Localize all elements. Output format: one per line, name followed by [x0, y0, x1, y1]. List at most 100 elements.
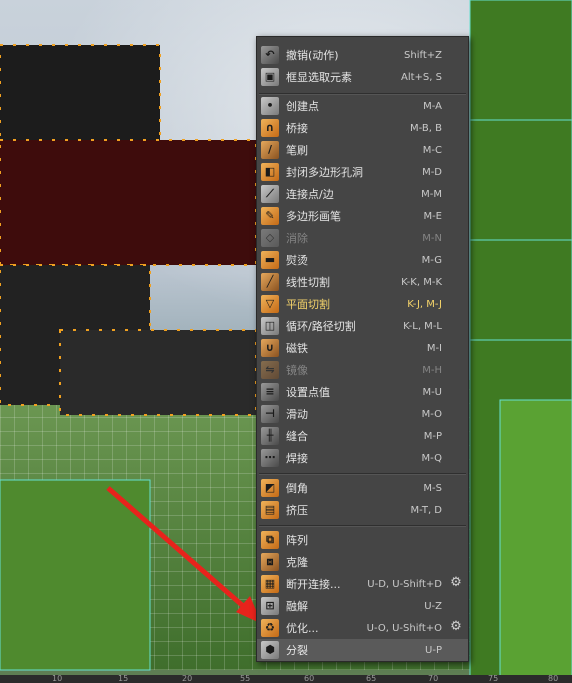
line-cut-icon: ╱	[261, 273, 279, 291]
menu-item-label: 倒角	[286, 482, 308, 495]
menu-item-bridge[interactable]: ∩ 桥接 M-B, B	[257, 117, 468, 139]
menu-item-set-point-value[interactable]: ≡ 设置点值 M-U	[257, 381, 468, 403]
menu-item-shortcut: U-D, U-Shift+D	[367, 578, 442, 590]
menu-item-label: 焊接	[286, 452, 308, 465]
close-polygon-hole-icon: ◧	[261, 163, 279, 181]
menu-separator	[259, 473, 466, 475]
menu-item-close-polygon-hole[interactable]: ◧ 封闭多边形孔洞 M-D	[257, 161, 468, 183]
menu-item-shortcut: M-P	[423, 430, 442, 442]
menu-item-shortcut: Shift+Z	[404, 49, 442, 61]
menu-item-shortcut: M-N	[422, 232, 442, 244]
ruler-tick: 15	[118, 674, 129, 683]
clone-icon: ⧈	[261, 553, 279, 571]
gear-icon[interactable]: ⚙	[449, 620, 463, 634]
ruler-tick: 65	[366, 674, 377, 683]
menu-item-label: 撤销(动作)	[286, 49, 339, 62]
menu-item-slide[interactable]: ⊣ 滑动 M-O	[257, 403, 468, 425]
menu-item-shortcut: U-P	[425, 644, 442, 656]
menu-item-label: 阵列	[286, 534, 308, 547]
menu-item-label: 磁铁	[286, 342, 308, 355]
weld-icon: ⋯	[261, 449, 279, 467]
ruler-tick: 75	[488, 674, 499, 683]
menu-item-shortcut: M-I	[426, 342, 442, 354]
menu-item-shortcut: M-T, D	[410, 504, 442, 516]
menu-item-label: 分裂	[286, 644, 308, 657]
menu-item-polygon-pen[interactable]: ✎ 多边形画笔 M-E	[257, 205, 468, 227]
loop-path-cut-icon: ◫	[261, 317, 279, 335]
context-menu: ↶ 撤销(动作) Shift+Z ▣ 框显选取元素 Alt+S, S • 创建点…	[256, 36, 469, 662]
menu-item-shortcut: M-H	[422, 364, 442, 376]
timeline-ruler: 10 15 20 55 60 65 70 75 80	[0, 674, 572, 683]
menu-item-label: 多边形画笔	[286, 210, 341, 223]
extrude-icon: ▤	[261, 501, 279, 519]
menu-item-label: 循环/路径切割	[286, 320, 356, 333]
menu-item-label: 消除	[286, 232, 308, 245]
ruler-tick: 55	[240, 674, 251, 683]
polygon-pen-icon: ✎	[261, 207, 279, 225]
menu-item-weld[interactable]: ⋯ 焊接 M-Q	[257, 447, 468, 469]
create-point-icon: •	[261, 97, 279, 115]
bridge-icon: ∩	[261, 119, 279, 137]
ruler-tick: 10	[52, 674, 63, 683]
array-icon: ⧉	[261, 531, 279, 549]
menu-item-label: 桥接	[286, 122, 308, 135]
menu-item-shortcut: U-Z	[424, 600, 442, 612]
menu-item-label: 笔刷	[286, 144, 308, 157]
menu-item-iron[interactable]: ▬ 熨烫 M-G	[257, 249, 468, 271]
menu-item-label: 熨烫	[286, 254, 308, 267]
menu-item-create-point[interactable]: • 创建点 M-A	[257, 95, 468, 117]
menu-item-label: 封闭多边形孔洞	[286, 166, 363, 179]
menu-item-label: 滑动	[286, 408, 308, 421]
ruler-tick: 80	[548, 674, 559, 683]
menu-item-frame-selection[interactable]: ▣ 框显选取元素 Alt+S, S	[257, 66, 468, 88]
menu-item-extrude[interactable]: ▤ 挤压 M-T, D	[257, 499, 468, 521]
menu-item-stitch[interactable]: ╫ 缝合 M-P	[257, 425, 468, 447]
menu-item-clone[interactable]: ⧈ 克隆	[257, 551, 468, 573]
set-point-value-icon: ≡	[261, 383, 279, 401]
menu-item-undo[interactable]: ↶ 撤销(动作) Shift+Z	[257, 44, 468, 66]
menu-item-melt[interactable]: ⊞ 融解 U-Z	[257, 595, 468, 617]
menu-separator	[259, 525, 466, 527]
magnet-icon: ∪	[261, 339, 279, 357]
menu-item-array[interactable]: ⧉ 阵列	[257, 529, 468, 551]
menu-item-line-cut[interactable]: ╱ 线性切割 K-K, M-K	[257, 271, 468, 293]
menu-item-optimize[interactable]: ♻ 优化... U-O, U-Shift+O ⚙	[257, 617, 468, 639]
menu-item-magnet[interactable]: ∪ 磁铁 M-I	[257, 337, 468, 359]
menu-item-dissolve[interactable]: ◇ 消除 M-N	[257, 227, 468, 249]
menu-item-plane-cut[interactable]: ▽ 平面切割 K-J, M-J	[257, 293, 468, 315]
menu-item-shortcut: M-Q	[421, 452, 442, 464]
menu-item-label: 线性切割	[286, 276, 330, 289]
split-icon: ⬢	[261, 641, 279, 659]
menu-item-shortcut: M-D	[422, 166, 442, 178]
menu-item-label: 镜像	[286, 364, 308, 377]
ruler-tick: 70	[428, 674, 439, 683]
menu-item-disconnect[interactable]: ▦ 断开连接... U-D, U-Shift+D ⚙	[257, 573, 468, 595]
menu-item-shortcut: K-K, M-K	[401, 276, 442, 288]
menu-item-shortcut: M-G	[421, 254, 442, 266]
menu-item-shortcut: M-U	[422, 386, 442, 398]
bevel-icon: ◩	[261, 479, 279, 497]
frame-selection-icon: ▣	[261, 68, 279, 86]
menu-item-label: 优化...	[286, 622, 319, 635]
brush-icon: /	[261, 141, 279, 159]
menu-item-shortcut: M-C	[422, 144, 442, 156]
dissolve-icon: ◇	[261, 229, 279, 247]
menu-item-label: 挤压	[286, 504, 308, 517]
menu-item-shortcut: M-E	[423, 210, 442, 222]
mirror-icon: ⇋	[261, 361, 279, 379]
optimize-icon: ♻	[261, 619, 279, 637]
menu-item-shortcut: M-O	[421, 408, 442, 420]
menu-item-bevel[interactable]: ◩ 倒角 M-S	[257, 477, 468, 499]
menu-item-connect-points-edges[interactable]: ⟋ 连接点/边 M-M	[257, 183, 468, 205]
menu-item-loop-path-cut[interactable]: ◫ 循环/路径切割 K-L, M-L	[257, 315, 468, 337]
stitch-icon: ╫	[261, 427, 279, 445]
menu-item-brush[interactable]: / 笔刷 M-C	[257, 139, 468, 161]
menu-item-label: 融解	[286, 600, 308, 613]
plane-cut-icon: ▽	[261, 295, 279, 313]
menu-item-label: 连接点/边	[286, 188, 334, 201]
menu-item-split[interactable]: ⬢ 分裂 U-P	[257, 639, 468, 661]
undo-icon: ↶	[261, 46, 279, 64]
menu-item-mirror[interactable]: ⇋ 镜像 M-H	[257, 359, 468, 381]
gear-icon[interactable]: ⚙	[449, 576, 463, 590]
ruler-tick: 60	[304, 674, 315, 683]
